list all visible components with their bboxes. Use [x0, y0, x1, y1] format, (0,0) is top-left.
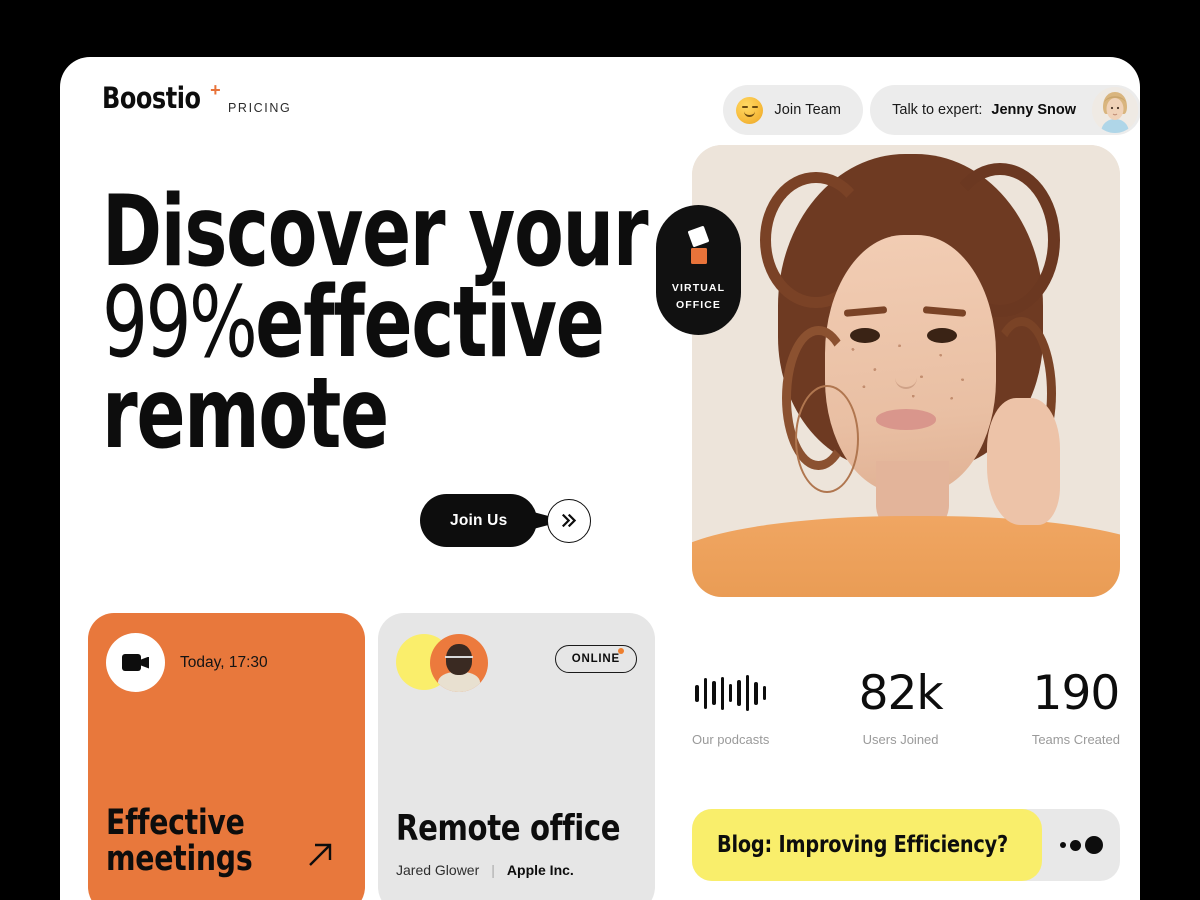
- waveform-bar: [703, 677, 708, 709]
- status-badge[interactable]: ONLINE: [554, 645, 637, 673]
- talk-to-expert-label: Talk to expert:: [892, 102, 983, 118]
- join-team-label: Join Team: [774, 102, 842, 118]
- stat-podcasts: Our podcasts: [692, 667, 769, 747]
- meeting-time: Today, 17:30: [180, 653, 268, 671]
- header-actions: Join Team Talk to expert: Jenny Snow: [723, 85, 1140, 135]
- talk-to-expert-button[interactable]: Talk to expert: Jenny Snow: [870, 85, 1140, 135]
- brand-logo[interactable]: Boostio +: [102, 80, 221, 115]
- stat-teams-created: 190 Teams Created: [1031, 665, 1121, 748]
- status-badge-label: ONLINE: [571, 653, 620, 665]
- person-name: Jared Glower: [396, 862, 480, 878]
- double-chevron-right-icon[interactable]: [547, 498, 592, 543]
- virtual-office-line-1: VIRTUAL: [671, 281, 726, 294]
- stats-row: Our podcasts 82k Users Joined 190 Teams …: [692, 665, 1121, 748]
- expert-avatar[interactable]: [1092, 87, 1138, 133]
- headline-effective: effective: [255, 266, 604, 381]
- virtual-office-badge[interactable]: VIRTUAL OFFICE: [656, 205, 741, 335]
- meeting-title-line-2: meetings: [106, 838, 253, 879]
- blog-banner-yellow[interactable]: Blog: Improving Efficiency?: [692, 809, 1042, 881]
- stat-users-joined: 82k Users Joined: [858, 665, 944, 748]
- portrait-curly-hair-woman: [692, 145, 1120, 597]
- stat-value-teams: 190: [1032, 665, 1121, 721]
- brand-plus-icon: +: [210, 80, 221, 100]
- three-dots-progress-icon[interactable]: [1042, 836, 1120, 854]
- waveform-bar: [720, 676, 724, 710]
- site-header: Boostio + PRICING Join Team Talk to expe…: [60, 57, 1140, 147]
- company-name: Apple Inc.: [506, 862, 574, 878]
- arrow-up-right-icon[interactable]: [305, 840, 335, 870]
- stat-label-users: Users Joined: [862, 732, 939, 747]
- remote-office-meta: Jared Glower | Apple Inc.: [396, 862, 574, 878]
- waveform-bar: [745, 675, 750, 711]
- waveform-bar: [754, 681, 758, 705]
- blog-banner[interactable]: Blog: Improving Efficiency?: [692, 809, 1120, 881]
- waveform-bar: [695, 684, 699, 702]
- headline-percent: 99%: [102, 266, 258, 381]
- remote-office-avatars: [396, 634, 496, 692]
- stat-value-users: 82k: [858, 665, 944, 721]
- hero-image: [692, 145, 1120, 597]
- card-remote-office[interactable]: ONLINE Remote office Jared Glower | Appl…: [378, 613, 655, 900]
- card-effective-meetings[interactable]: Today, 17:30 Effective meetings: [88, 613, 365, 900]
- square-stack-logo-icon: [681, 225, 717, 272]
- blog-title: Blog: Improving Efficiency?: [717, 832, 1008, 858]
- meeting-header: Today, 17:30: [106, 633, 268, 692]
- waveform-bar: [712, 681, 716, 705]
- jared-glower-avatar[interactable]: [430, 634, 488, 692]
- meta-separator: |: [491, 862, 495, 878]
- headline-line-3: remote: [102, 357, 389, 472]
- video-camera-icon[interactable]: [106, 633, 165, 692]
- meeting-card-title: Effective meetings: [106, 802, 253, 879]
- waveform-bar: [762, 686, 766, 700]
- nav-item-pricing[interactable]: PRICING: [228, 101, 291, 115]
- screenshot-frame: Boostio + PRICING Join Team Talk to expe…: [0, 0, 1200, 900]
- landing-page: Boostio + PRICING Join Team Talk to expe…: [60, 57, 1140, 900]
- hero-copy: Discover your 99% effective remote: [102, 175, 662, 472]
- stat-label-podcasts: Our podcasts: [692, 732, 770, 747]
- online-dot-icon: [618, 648, 624, 654]
- headline-line-2: 99% effective: [102, 266, 605, 381]
- virtual-office-line-2: OFFICE: [675, 299, 722, 311]
- meeting-title-line-1: Effective: [106, 802, 245, 843]
- smiling-face-emoji-icon: [736, 96, 764, 124]
- join-team-button[interactable]: Join Team: [723, 85, 864, 135]
- remote-office-title: Remote office: [396, 808, 621, 849]
- waveform-bar: [737, 680, 741, 706]
- expert-name: Jenny Snow: [991, 102, 1076, 118]
- stat-label-teams: Teams Created: [1031, 732, 1120, 747]
- join-us-button[interactable]: Join Us: [420, 494, 538, 547]
- headline-line-1: Discover your: [102, 175, 649, 289]
- join-us-cta[interactable]: Join Us: [420, 494, 592, 547]
- audio-waveform-icon: [692, 667, 769, 719]
- waveform-bar: [728, 684, 733, 702]
- brand-name: Boostio: [102, 81, 201, 115]
